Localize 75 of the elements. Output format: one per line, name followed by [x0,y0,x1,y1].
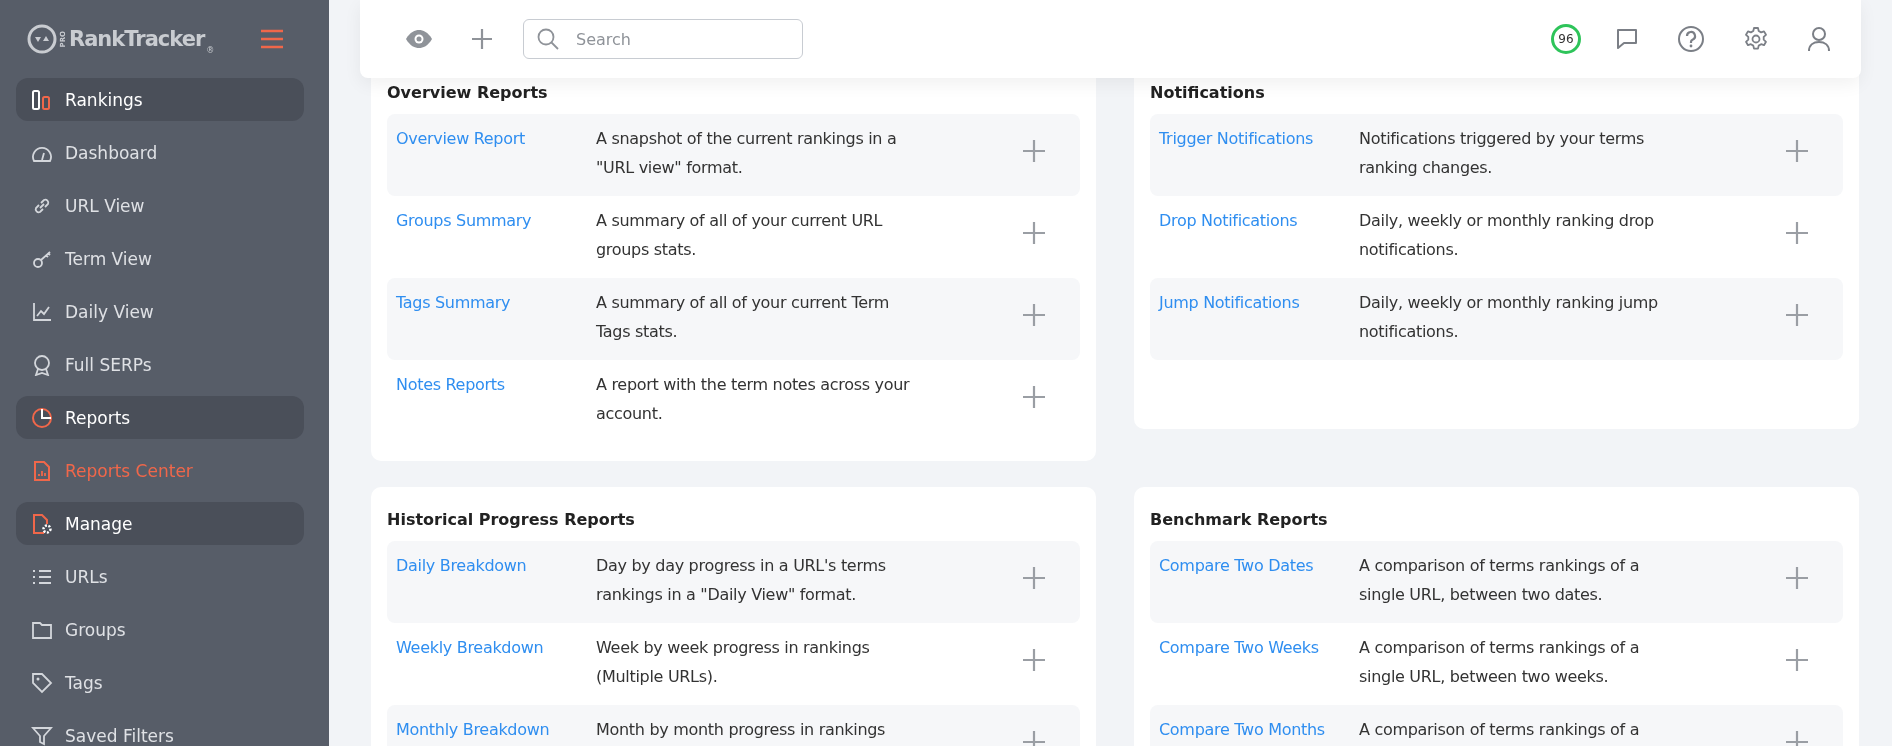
nav-item[interactable]: URL View [16,184,304,227]
nav-item[interactable]: Reports Center [16,449,304,492]
report-link[interactable]: Groups Summary [396,206,596,235]
report-link[interactable]: Notes Reports [396,370,596,399]
nav-section[interactable]: Manage [16,502,304,545]
search-icon [537,28,559,50]
add-report-button[interactable] [1023,386,1045,408]
score-badge[interactable]: 96 [1551,24,1581,54]
card-title: Historical Progress Reports [387,509,636,531]
nav-item[interactable]: Saved Filters [16,714,304,746]
nav-section[interactable]: Rankings [16,78,304,121]
report-description: A summary of all of your current Term Tags stats. [596,292,890,343]
add-report-button[interactable] [1023,140,1045,162]
add-report-button[interactable] [1023,304,1045,326]
add-report-button[interactable] [1786,222,1808,244]
add-report-button[interactable] [1023,567,1045,589]
report-description: A comparison of terms rankings of a single URL, between two dates. [1359,555,1641,606]
nav-item[interactable]: Full SERPs [16,343,304,386]
search-field[interactable]: Search [523,19,803,59]
report-description: A summary of all of your current URL groups stats. [596,210,884,261]
report-link[interactable]: Tags Summary [396,288,596,317]
report-description: Month by month progress in rankings [596,719,887,741]
report-description: Week by week progress in rankings (Multiple URLs). [596,637,871,688]
nav-icon [31,671,53,694]
report-description: A snapshot of the current rankings in a "URL view" format. [596,128,898,179]
help-icon[interactable] [1677,25,1705,53]
user-icon[interactable] [1807,26,1831,52]
report-link[interactable]: Weekly Breakdown [396,633,596,662]
section-icon [31,88,53,111]
nav-item[interactable]: Daily View [16,290,304,333]
add-icon[interactable] [471,28,493,50]
nav-item[interactable]: Tags [16,661,304,704]
nav-item[interactable]: Term View [16,237,304,280]
logo-icon [27,24,57,54]
report-link[interactable]: Compare Two Months [1159,715,1359,744]
report-description: Notifications triggered by your terms ranking changes. [1359,128,1645,179]
nav-icon [31,300,53,323]
nav-icon [31,459,53,482]
logo-text: RankTracker [69,27,205,51]
nav-item[interactable]: URLs [16,555,304,598]
report-link[interactable]: Monthly Breakdown [396,715,596,744]
nav-item[interactable]: Groups [16,608,304,651]
card-title: Benchmark Reports [1150,509,1329,531]
nav-icon [31,353,53,376]
card-title: Notifications [1150,82,1266,104]
menu-button[interactable] [260,29,284,49]
report-description: A comparison of terms rankings of a [1359,719,1641,741]
report-link[interactable]: Jump Notifications [1159,288,1359,317]
report-link[interactable]: Compare Two Weeks [1159,633,1359,662]
report-link[interactable]: Drop Notifications [1159,206,1359,235]
report-description: Daily, weekly or monthly ranking drop notifications. [1359,210,1655,261]
nav-section[interactable]: Reports [16,396,304,439]
card-title: Overview Reports [387,82,549,104]
report-description: A comparison of terms rankings of a single URL, between two weeks. [1359,637,1641,688]
section-icon [31,406,53,429]
add-report-button[interactable] [1786,649,1808,671]
settings-icon[interactable] [1743,26,1769,52]
report-link[interactable]: Trigger Notifications [1159,124,1359,153]
add-report-button[interactable] [1023,222,1045,244]
add-report-button[interactable] [1023,649,1045,671]
add-report-button[interactable] [1786,304,1808,326]
nav-icon [31,724,53,746]
report-description: A report with the term notes across your account. [596,374,911,425]
add-report-button[interactable] [1786,140,1808,162]
report-description: Daily, weekly or monthly ranking jump notifications. [1359,292,1659,343]
nav-item[interactable]: Dashboard [16,131,304,174]
section-icon [31,512,53,535]
report-description: Day by day progress in a URL's terms rankings in a "Daily View" format. [596,555,887,606]
report-link[interactable]: Daily Breakdown [396,551,596,580]
report-link[interactable]: Overview Report [396,124,596,153]
add-report-button[interactable] [1786,567,1808,589]
eye-icon[interactable] [405,29,433,49]
registered-mark: ® [206,45,215,55]
report-link[interactable]: Compare Two Dates [1159,551,1359,580]
chat-icon[interactable] [1615,27,1639,51]
